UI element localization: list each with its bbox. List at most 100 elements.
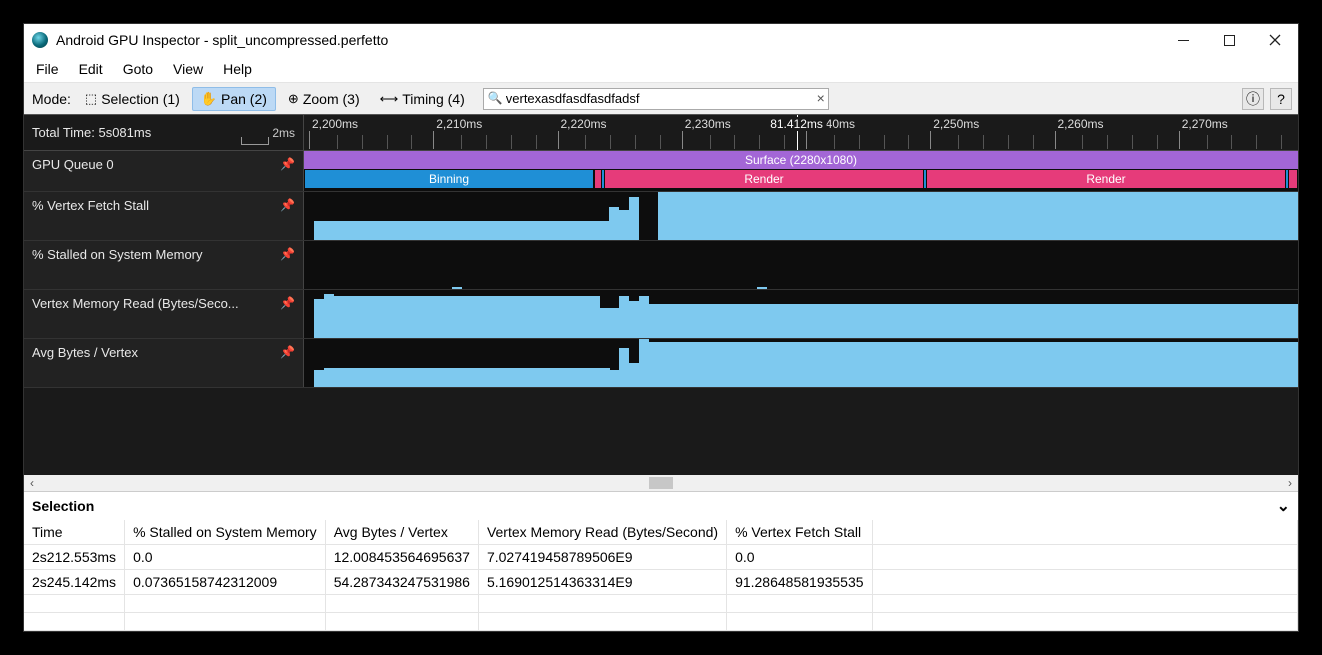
counter-bar bbox=[1249, 192, 1259, 240]
menu-view[interactable]: View bbox=[163, 58, 213, 80]
counter-bar bbox=[1091, 304, 1101, 338]
slice-surface[interactable]: Surface (2280x1080) bbox=[304, 151, 1298, 169]
pin-icon[interactable]: 📌 bbox=[280, 157, 295, 171]
counter-bar bbox=[1081, 342, 1091, 387]
counter-bar bbox=[1288, 304, 1298, 338]
counter-bar bbox=[747, 342, 757, 387]
slice-render-2[interactable]: Render bbox=[926, 170, 1286, 188]
time-ruler[interactable]: 2,200ms2,210ms2,220ms2,230ms2,240ms2,250… bbox=[304, 115, 1298, 150]
mode-pan-button[interactable]: ✋ Pan (2) bbox=[192, 87, 276, 111]
counter-bar bbox=[511, 368, 521, 387]
counter-bar bbox=[560, 368, 570, 387]
collapse-icon[interactable]: ⌄ bbox=[1277, 496, 1290, 516]
ruler-tick: 2,250ms bbox=[933, 117, 979, 131]
horizontal-scrollbar[interactable]: ‹ › bbox=[24, 475, 1298, 491]
pin-icon[interactable]: 📌 bbox=[280, 247, 295, 261]
ruler-tick: 2,260ms bbox=[1058, 117, 1104, 131]
slice-render-thin[interactable] bbox=[594, 170, 602, 188]
app-window: Android GPU Inspector - split_uncompress… bbox=[24, 24, 1298, 631]
track-vmem-read-body[interactable] bbox=[304, 290, 1298, 338]
maximize-button[interactable] bbox=[1206, 24, 1252, 56]
counter-bar bbox=[796, 342, 806, 387]
counter-bar bbox=[461, 296, 471, 338]
counter-bar bbox=[1013, 192, 1023, 240]
counter-bar bbox=[353, 221, 363, 240]
table-header[interactable]: Time bbox=[24, 520, 125, 545]
counter-bar bbox=[442, 221, 452, 240]
counter-bar bbox=[1072, 192, 1082, 240]
search-input[interactable] bbox=[483, 88, 829, 110]
counter-bar bbox=[324, 368, 334, 387]
track-vertex-fetch-body[interactable] bbox=[304, 192, 1298, 240]
table-cell: 0.0 bbox=[125, 545, 326, 570]
counter-bar bbox=[324, 294, 334, 338]
table-cell: 91.28648581935535 bbox=[727, 570, 872, 595]
counter-bar bbox=[944, 192, 954, 240]
mode-selection-button[interactable]: ⬚ Selection (1) bbox=[77, 88, 188, 110]
table-row[interactable]: 2s212.553ms0.012.0084535646956377.027419… bbox=[24, 545, 1298, 570]
pin-icon[interactable]: 📌 bbox=[280, 345, 295, 359]
counter-bar bbox=[678, 342, 688, 387]
counter-bar bbox=[619, 348, 629, 387]
table-header[interactable]: Avg Bytes / Vertex bbox=[325, 520, 478, 545]
slice-render-1[interactable]: Render bbox=[604, 170, 924, 188]
selection-table[interactable]: Time% Stalled on System MemoryAvg Bytes … bbox=[24, 520, 1298, 631]
counter-bar bbox=[1249, 304, 1259, 338]
minimize-button[interactable] bbox=[1160, 24, 1206, 56]
help-button[interactable]: ? bbox=[1270, 88, 1292, 110]
counter-bar bbox=[343, 296, 353, 338]
app-icon bbox=[32, 32, 48, 48]
table-header[interactable]: % Stalled on System Memory bbox=[125, 520, 326, 545]
table-cell: 0.07365158742312009 bbox=[125, 570, 326, 595]
info-button[interactable]: ⓘ bbox=[1242, 88, 1264, 110]
menu-file[interactable]: File bbox=[26, 58, 69, 80]
counter-bar bbox=[452, 296, 462, 338]
track-gpu-queue-body[interactable]: Surface (2280x1080)Binning RenderRender bbox=[304, 151, 1298, 191]
counter-bar bbox=[934, 342, 944, 387]
counter-bar bbox=[934, 304, 944, 338]
track-avg-bytes-body[interactable] bbox=[304, 339, 1298, 387]
counter-bar bbox=[550, 221, 560, 240]
counter-bar bbox=[963, 192, 973, 240]
timing-icon: ⟷ bbox=[380, 92, 399, 105]
selection-icon: ⬚ bbox=[85, 92, 97, 105]
counter-bar bbox=[550, 296, 560, 338]
table-header[interactable]: Vertex Memory Read (Bytes/Second) bbox=[478, 520, 726, 545]
slice-binning[interactable]: Binning bbox=[304, 170, 594, 188]
table-row[interactable]: 2s245.142ms0.0736515874231200954.2873432… bbox=[24, 570, 1298, 595]
counter-bar bbox=[1190, 342, 1200, 387]
pin-icon[interactable]: 📌 bbox=[280, 198, 295, 212]
counter-bar bbox=[668, 304, 678, 338]
track-stalled-mem-body[interactable] bbox=[304, 241, 1298, 289]
selection-header: Selection bbox=[32, 498, 94, 514]
counter-bar bbox=[983, 192, 993, 240]
counter-bar bbox=[747, 304, 757, 338]
counter-bar bbox=[993, 304, 1003, 338]
info-icon: ⓘ bbox=[1246, 89, 1260, 109]
counter-bar bbox=[1219, 342, 1229, 387]
scroll-thumb[interactable] bbox=[649, 477, 673, 489]
close-button[interactable] bbox=[1252, 24, 1298, 56]
scroll-left-icon[interactable]: ‹ bbox=[30, 476, 34, 490]
counter-bar bbox=[767, 342, 777, 387]
counter-bar bbox=[363, 296, 373, 338]
menu-edit[interactable]: Edit bbox=[69, 58, 113, 80]
counter-bar bbox=[993, 342, 1003, 387]
clear-search-icon[interactable]: × bbox=[817, 90, 825, 106]
slice-render-thin[interactable] bbox=[1288, 170, 1298, 188]
menu-help[interactable]: Help bbox=[213, 58, 262, 80]
pin-icon[interactable]: 📌 bbox=[280, 296, 295, 310]
mode-timing-button[interactable]: ⟷ Timing (4) bbox=[372, 88, 473, 110]
menu-goto[interactable]: Goto bbox=[113, 58, 163, 80]
counter-bar bbox=[698, 342, 708, 387]
counter-bar bbox=[973, 304, 983, 338]
counter-bar bbox=[786, 342, 796, 387]
counter-bar bbox=[737, 342, 747, 387]
counter-bar bbox=[845, 342, 855, 387]
trace-view[interactable]: Total Time: 5s081ms 2ms 2,200ms2,210ms2,… bbox=[24, 114, 1298, 475]
counter-bar bbox=[461, 368, 471, 387]
mode-zoom-button[interactable]: ⊕ Zoom (3) bbox=[280, 88, 368, 110]
scroll-right-icon[interactable]: › bbox=[1288, 476, 1292, 490]
counter-bar bbox=[1032, 304, 1042, 338]
table-header[interactable]: % Vertex Fetch Stall bbox=[727, 520, 872, 545]
